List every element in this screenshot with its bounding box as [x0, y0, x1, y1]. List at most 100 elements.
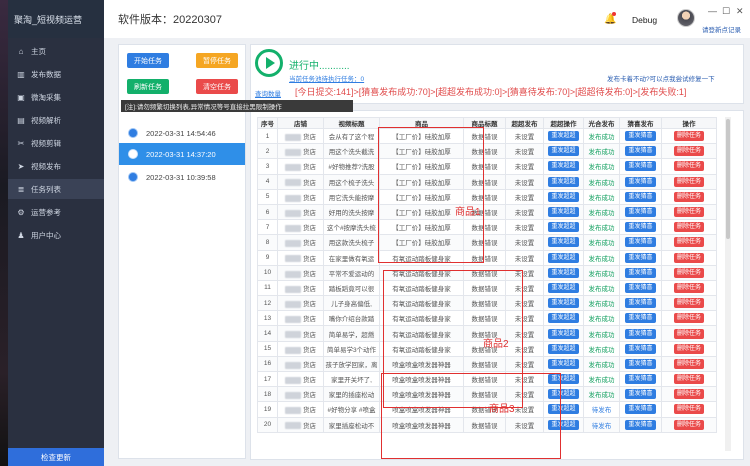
resend-cx-button[interactable]: 重发猜喜 [625, 191, 656, 202]
sidebar-item-5[interactable]: ➤ 视频发布 [8, 156, 104, 176]
minimize-button[interactable]: — [708, 6, 717, 16]
delete-task-button[interactable]: 删除任务 [673, 191, 704, 202]
sidebar-item-4[interactable]: ✂ 视频剪辑 [8, 133, 104, 153]
resend-cc-button[interactable]: 重发超超 [548, 176, 579, 187]
resend-cc-button[interactable]: 重发超超 [548, 146, 579, 157]
row-number: 8 [257, 234, 278, 251]
cx-cell: 重发猜喜 [619, 234, 662, 251]
resend-cx-button[interactable]: 重发猜喜 [625, 298, 656, 309]
sidebar-item-0[interactable]: ⌂ 主页 [8, 41, 104, 61]
scrollbar-thumb[interactable] [726, 119, 730, 239]
resend-cc-button[interactable]: 重发超超 [548, 282, 579, 293]
resend-cx-button[interactable]: 重发猜喜 [625, 419, 656, 430]
resend-cx-button[interactable]: 重发猜喜 [625, 328, 656, 339]
resend-cc-button[interactable]: 重发超超 [548, 358, 579, 369]
resend-cx-button[interactable]: 重发猜喜 [625, 389, 656, 400]
task-list-item[interactable]: 2022-03-31 14:54:46 [119, 122, 245, 144]
refresh-task-button[interactable]: 刷新任务 [127, 79, 169, 94]
check-update-button[interactable]: 检查更新 [8, 448, 104, 466]
resend-cc-button[interactable]: 重发超超 [548, 267, 579, 278]
cx-cell: 重发猜喜 [619, 203, 662, 221]
debug-label[interactable]: Debug [632, 15, 657, 25]
resend-cc-button[interactable]: 重发超超 [548, 191, 579, 202]
repair-hint-link[interactable]: 发布卡着不动?可以点我尝试修复一下 [607, 73, 715, 83]
delete-task-button[interactable]: 删除任务 [673, 237, 704, 248]
cx-cell: 重发猜喜 [619, 370, 662, 388]
task-list-item[interactable]: 2022-03-31 14:37:20 [119, 143, 245, 165]
resend-cx-button[interactable]: 重发猜喜 [625, 222, 656, 233]
resend-cc-button[interactable]: 重发超超 [548, 343, 579, 354]
avatar[interactable] [677, 9, 695, 27]
close-button[interactable]: ✕ [736, 6, 744, 17]
query-count-link[interactable]: 查询数量 [255, 88, 281, 98]
resend-cc-button[interactable]: 重发超超 [548, 313, 579, 324]
resend-cx-button[interactable]: 重发猜喜 [625, 282, 656, 293]
table-row: 4 货店 用这个梳子洗头 【工厂价】硅胶加厚 数据错误 未设置 重发超超 发布成功 重发猜喜 删除… [257, 173, 717, 190]
task-list-item[interactable]: 2022-03-31 10:39:58 [119, 166, 245, 188]
sidebar-item-1[interactable]: ▥ 发布数据 [8, 64, 104, 84]
resend-cx-button[interactable]: 重发猜喜 [625, 267, 656, 278]
delete-task-button[interactable]: 删除任务 [673, 389, 704, 400]
delete-task-button[interactable]: 删除任务 [673, 419, 704, 430]
resend-cx-button[interactable]: 重发猜喜 [625, 404, 656, 415]
delete-task-button[interactable]: 删除任务 [673, 252, 704, 263]
resend-cx-button[interactable]: 重发猜喜 [625, 252, 656, 263]
resend-cc-button[interactable]: 重发超超 [548, 222, 579, 233]
delete-task-button[interactable]: 删除任务 [673, 404, 704, 415]
delete-task-button[interactable]: 删除任务 [673, 131, 704, 142]
delete-task-button[interactable]: 删除任务 [673, 282, 704, 293]
delete-task-button[interactable]: 删除任务 [673, 313, 704, 324]
resend-cx-button[interactable]: 重发猜喜 [625, 358, 656, 369]
delete-task-button[interactable]: 删除任务 [673, 358, 704, 369]
sidebar-item-6[interactable]: ≣ 任务列表 [8, 179, 104, 199]
cc-op-cell: 重发超超 [543, 325, 584, 342]
sidebar-item-7[interactable]: ⚙ 运营参考 [8, 202, 104, 222]
sidebar-item-2[interactable]: ▣ 微淘采集 [8, 87, 104, 107]
resend-cc-button[interactable]: 重发超超 [548, 161, 579, 172]
play-icon[interactable] [255, 49, 283, 77]
delete-task-button[interactable]: 删除任务 [673, 343, 704, 354]
shop-cell: 货店 [277, 355, 324, 373]
delete-task-button[interactable]: 删除任务 [673, 267, 704, 278]
delete-task-button[interactable]: 删除任务 [673, 298, 704, 309]
redacted-shop [285, 240, 301, 248]
resend-cx-button[interactable]: 重发猜喜 [625, 237, 656, 248]
cc-op-cell: 重发超超 [543, 234, 584, 251]
cc-op-cell: 重发超超 [543, 173, 584, 190]
shop-cell: 货店 [277, 295, 324, 312]
delete-task-button[interactable]: 删除任务 [673, 222, 704, 233]
clear-task-button[interactable]: 清空任务 [196, 79, 238, 94]
resend-cc-button[interactable]: 重发超超 [548, 252, 579, 263]
resend-cx-button[interactable]: 重发猜喜 [625, 146, 656, 157]
redacted-shop [285, 133, 301, 141]
resend-cx-button[interactable]: 重发猜喜 [625, 207, 656, 218]
resend-cx-button[interactable]: 重发猜喜 [625, 313, 656, 324]
resend-cx-button[interactable]: 重发猜喜 [625, 374, 656, 385]
shop-cell: 货店 [277, 173, 324, 190]
pause-task-button[interactable]: 暂停任务 [196, 53, 238, 68]
sidebar-item-3[interactable]: ▤ 视频解析 [8, 110, 104, 130]
resend-cx-button[interactable]: 重发猜喜 [625, 176, 656, 187]
table-row: 3 货店 #好物推荐?洗股 【工厂价】硅胶加厚 数据错误 未设置 重发超超 发布成功 重发猜喜删… [257, 158, 717, 175]
table-scrollbar[interactable] [725, 117, 731, 451]
current-task-link[interactable]: 当前任务池待执行任务：0 [289, 73, 364, 83]
resend-cc-button[interactable]: 重发超超 [548, 207, 579, 218]
resend-cc-button[interactable]: 重发超超 [548, 298, 579, 309]
sidebar-item-8[interactable]: ♟ 用户中心 [8, 225, 104, 245]
user-link[interactable]: 请登新点记录 [702, 24, 741, 34]
delete-task-button[interactable]: 删除任务 [673, 146, 704, 157]
resend-cc-button[interactable]: 重发超超 [548, 131, 579, 142]
resend-cx-button[interactable]: 重发猜喜 [625, 131, 656, 142]
resend-cx-button[interactable]: 重发猜喜 [625, 343, 656, 354]
resend-cc-button[interactable]: 重发超超 [548, 237, 579, 248]
delete-task-button[interactable]: 删除任务 [673, 161, 704, 172]
resend-cc-button[interactable]: 重发超超 [548, 328, 579, 339]
start-task-button[interactable]: 开始任务 [127, 53, 169, 68]
gh-publish: 待发布 [583, 401, 620, 418]
maximize-button[interactable]: ☐ [722, 6, 730, 17]
delete-task-button[interactable]: 删除任务 [673, 176, 704, 187]
delete-task-button[interactable]: 删除任务 [673, 374, 704, 385]
resend-cx-button[interactable]: 重发猜喜 [625, 161, 656, 172]
delete-task-button[interactable]: 删除任务 [673, 207, 704, 218]
delete-task-button[interactable]: 删除任务 [673, 328, 704, 339]
